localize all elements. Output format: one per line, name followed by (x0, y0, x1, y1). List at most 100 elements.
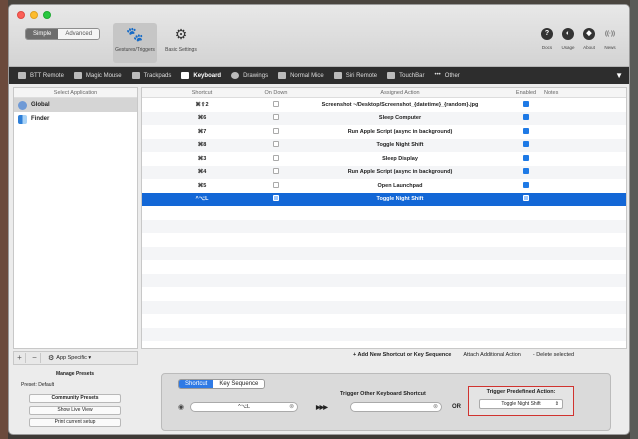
mouse-icon (278, 72, 287, 79)
show-live-view-button[interactable]: Show Live View (29, 406, 121, 415)
enabled-cell (510, 100, 542, 109)
desktop-background-right (630, 0, 638, 439)
btt-window: Simple Advanced 🐾 Gestures/Triggers ⚙ Ba… (8, 4, 630, 435)
remove-app-button[interactable]: − (29, 353, 41, 363)
tab-btt-remote[interactable]: BTT Remote (13, 67, 69, 84)
enabled-cell (510, 168, 542, 176)
column-on-down[interactable]: On Down (262, 88, 290, 97)
recorded-shortcut: ^⌥L (238, 404, 251, 410)
on-down-checkbox[interactable] (273, 141, 279, 148)
broadcast-icon: ((·)) (605, 31, 615, 37)
column-shortcut[interactable]: Shortcut (142, 88, 262, 97)
on-down-cell (262, 100, 290, 109)
on-down-checkbox[interactable] (273, 168, 279, 175)
tab-label: TouchBar (399, 72, 425, 79)
tab-other[interactable]: ••• Other (429, 67, 464, 84)
tab-shortcut[interactable]: Shortcut (179, 380, 214, 388)
tab-touchbar[interactable]: TouchBar (382, 67, 429, 84)
toolbar-basic-settings[interactable]: ⚙ Basic Settings (159, 25, 203, 53)
tab-key-sequence[interactable]: Key Sequence (213, 380, 265, 388)
clear-icon[interactable]: ⊗ (433, 403, 438, 410)
assigned-action-cell: Toggle Night Shift (376, 196, 424, 203)
on-down-checkbox[interactable] (273, 127, 279, 134)
app-name: Global (31, 102, 50, 108)
on-down-checkbox[interactable] (273, 154, 279, 161)
on-down-checkbox[interactable] (273, 114, 279, 121)
mode-simple[interactable]: Simple (26, 29, 59, 39)
print-setup-button[interactable]: Print current setup (29, 418, 121, 427)
community-presets-button[interactable]: Community Presets (29, 394, 121, 403)
empty-row (142, 206, 626, 220)
shortcut-recorder-field[interactable]: ^⌥L ⊗ (190, 402, 299, 412)
enabled-checkbox[interactable] (523, 168, 529, 175)
trackpad-icon (131, 72, 140, 79)
enabled-checkbox[interactable] (523, 154, 529, 161)
tab-label: Keyboard (193, 72, 222, 79)
tab-drawings[interactable]: Drawings (226, 67, 273, 84)
add-app-button[interactable]: + (14, 353, 26, 363)
window-controls (17, 11, 51, 19)
docs-button[interactable]: ? Docs (538, 28, 556, 50)
on-down-checkbox[interactable] (273, 181, 279, 188)
shortcut-table: Shortcut On Down Assigned Action Enabled… (141, 87, 627, 349)
app-name: Finder (31, 116, 50, 122)
enabled-cell (510, 195, 542, 203)
trigger-other-shortcut-field[interactable]: ⊗ (350, 402, 442, 412)
column-assigned-action[interactable]: Assigned Action (290, 88, 510, 97)
globe-icon (18, 100, 27, 110)
column-enabled[interactable]: Enabled (510, 88, 542, 97)
enabled-cell (510, 141, 542, 149)
filter-icon[interactable]: ▼ (615, 71, 623, 80)
paw-icon: 🐾 (126, 26, 144, 42)
enabled-checkbox[interactable] (523, 114, 529, 121)
tab-keyboard[interactable]: Keyboard (176, 67, 226, 84)
manage-presets-label: Manage Presets (55, 371, 95, 377)
record-icon[interactable]: ◉ (178, 403, 184, 411)
enabled-checkbox[interactable] (523, 100, 529, 107)
tab-trackpads[interactable]: Trackpads (127, 67, 177, 84)
tab-siri-remote[interactable]: Siri Remote (329, 67, 382, 84)
minimize-button[interactable] (30, 11, 38, 19)
enabled-checkbox[interactable] (523, 195, 529, 202)
toolbar-gestures-triggers[interactable]: 🐾 Gestures/Triggers (113, 23, 157, 63)
keyboard-icon (181, 72, 190, 79)
empty-row (142, 233, 626, 247)
clear-icon[interactable]: ⊗ (289, 403, 294, 411)
table-actions: + Add New Shortcut or Key Sequence Attac… (350, 351, 577, 359)
table-row[interactable]: ⌘6 Sleep Computer (142, 111, 626, 125)
mouse-icon (73, 72, 82, 79)
table-row[interactable]: ⌘⇧2 Screenshot ~/Desktop/Screenshot_{date… (142, 98, 626, 112)
table-row[interactable]: ⌘7 Run Apple Script (async in background) (142, 125, 626, 139)
zoom-button[interactable] (43, 11, 51, 19)
table-row[interactable]: ⌘4 Run Apple Script (async in background) (142, 165, 626, 179)
tab-label: Normal Mice (290, 72, 324, 79)
column-notes[interactable]: Notes (542, 88, 626, 97)
on-down-cell (262, 181, 290, 190)
mode-advanced[interactable]: Advanced (58, 29, 100, 39)
on-down-checkbox[interactable] (273, 100, 279, 107)
enabled-checkbox[interactable] (523, 141, 529, 148)
empty-row (142, 327, 626, 341)
add-shortcut-button[interactable]: + Add New Shortcut or Key Sequence (350, 351, 454, 359)
table-row[interactable]: ⌘3 Sleep Display (142, 152, 626, 166)
enabled-checkbox[interactable] (523, 127, 529, 134)
table-row[interactable]: ⌘5 Open Launchpad (142, 179, 626, 193)
app-item-finder[interactable]: Finder (14, 112, 137, 126)
shortcut-cell: ⌘4 (197, 169, 207, 176)
on-down-checkbox[interactable] (273, 195, 279, 202)
close-button[interactable] (17, 11, 25, 19)
about-button[interactable]: ◆ About (580, 28, 598, 50)
predefined-action-popup[interactable]: Toggle Night Shift ⇕ (479, 399, 563, 409)
table-row[interactable]: ⌘8 Toggle Night Shift (142, 138, 626, 152)
usage-button[interactable]: ◐ Usage (559, 28, 577, 50)
table-row[interactable]: ^⌥L Toggle Night Shift (142, 192, 626, 206)
tab-magic-mouse[interactable]: Magic Mouse (69, 67, 127, 84)
enabled-checkbox[interactable] (523, 181, 529, 188)
app-item-global[interactable]: Global (14, 98, 137, 112)
tab-normal-mice[interactable]: Normal Mice (273, 67, 329, 84)
attach-action-button[interactable]: Attach Additional Action (460, 351, 523, 359)
on-down-cell (262, 195, 290, 203)
app-specific-menu[interactable]: ⚙ App Specific ▾ (48, 354, 91, 362)
news-button[interactable]: ((·)) News (601, 28, 619, 50)
delete-selected-button[interactable]: - Delete selected (530, 351, 577, 359)
